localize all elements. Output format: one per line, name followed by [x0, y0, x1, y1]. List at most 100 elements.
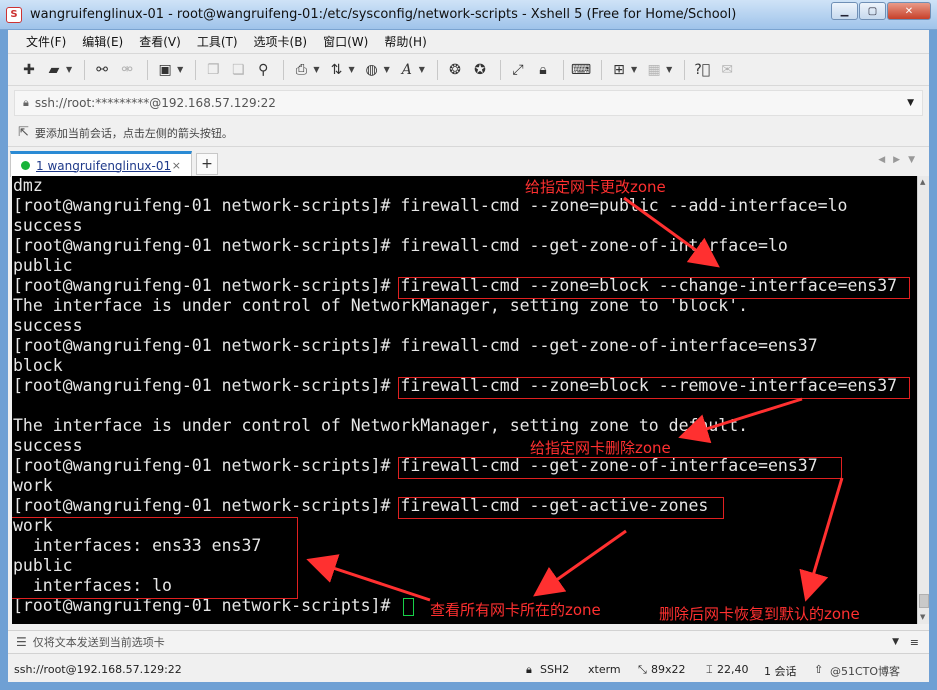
- scroll-up-icon[interactable]: ▲: [920, 178, 925, 186]
- tab-bar: 1 wangruifenglinux-01 × + ◀▶▼: [8, 147, 929, 177]
- window-controls: ▁ ▢ ✕: [830, 2, 931, 20]
- menu-help[interactable]: 帮助(H): [376, 33, 434, 50]
- window-title: wangruifenglinux-01 - root@wangruifeng-0…: [30, 7, 737, 22]
- status-sessions: 1 会话: [764, 665, 797, 678]
- session-arrow-icon[interactable]: ⇱: [18, 125, 29, 140]
- new-session-icon[interactable]: ✚: [18, 59, 40, 81]
- tab-close-icon[interactable]: ×: [172, 159, 181, 172]
- toolbar-divider: [600, 59, 602, 80]
- add-dropdown-icon[interactable]: ▼: [631, 65, 637, 74]
- layout-icon[interactable]: ▦: [643, 59, 665, 81]
- globe-icon[interactable]: ◍: [361, 59, 383, 81]
- tab-session[interactable]: 1 wangruifenglinux-01 ×: [10, 151, 192, 177]
- status-size-icon: ⤡: [638, 663, 647, 676]
- menu-bar: 文件(F) 编辑(E) 查看(V) 工具(T) 选项卡(B) 窗口(W) 帮助(…: [8, 30, 929, 54]
- add-tab-button[interactable]: +: [196, 153, 218, 175]
- status-protocol: SSH2: [540, 663, 570, 676]
- scroll-thumb[interactable]: [919, 594, 929, 608]
- compose-placeholder: 仅将文本发送到当前选项卡: [32, 636, 165, 649]
- annotation-view-all: 查看所有网卡所在的zone: [430, 601, 601, 619]
- copy-icon[interactable]: ❐: [202, 59, 224, 81]
- chat-icon[interactable]: ✉: [716, 59, 738, 81]
- globe-dropdown-icon[interactable]: ▼: [384, 65, 390, 74]
- arrow-remove-zone: [678, 397, 803, 444]
- address-input[interactable]: ssh://root:*********@192.168.57.129:22: [35, 96, 276, 110]
- annotation-arrows: [306, 196, 844, 602]
- transfer-icon[interactable]: ⇅: [325, 59, 347, 81]
- session-hint-text: 要添加当前会话，点击左侧的箭头按钮。: [34, 126, 233, 140]
- disconnect-icon[interactable]: ⚮: [116, 59, 138, 81]
- minimize-button[interactable]: ▁: [831, 2, 858, 20]
- maximize-button[interactable]: ▢: [859, 2, 886, 20]
- chevron-down-icon[interactable]: ▼: [907, 98, 914, 108]
- scroll-down-icon[interactable]: ▼: [920, 613, 925, 621]
- status-lock-icon: 🔒︎: [526, 663, 532, 676]
- toolbar-divider: [195, 59, 197, 80]
- paste-icon[interactable]: ❏: [227, 59, 249, 81]
- menu-file[interactable]: 文件(F): [18, 33, 74, 50]
- status-size: 89x22: [651, 663, 686, 676]
- xftp-icon[interactable]: ❂: [444, 59, 466, 81]
- properties-icon[interactable]: ▣: [154, 59, 176, 81]
- transfer-dropdown-icon[interactable]: ▼: [348, 65, 354, 74]
- status-bar: ssh://root@192.168.57.129:22 🔒︎ SSH2 xte…: [8, 658, 929, 682]
- menu-tools[interactable]: 工具(T): [189, 33, 246, 50]
- compose-bar[interactable]: ☰ 仅将文本发送到当前选项卡 ▼ ≡: [8, 630, 929, 654]
- find-icon[interactable]: ⚲: [252, 59, 274, 81]
- open-dropdown-icon[interactable]: ▼: [66, 65, 72, 74]
- status-cursor-icon: ⌶: [706, 663, 713, 676]
- help-icon[interactable]: ?⃝: [691, 59, 713, 81]
- annotation-restored-default: 删除后网卡恢复到默认的zone: [659, 605, 860, 623]
- lock-icon[interactable]: 🔒︎: [532, 59, 554, 81]
- client-area: 文件(F) 编辑(E) 查看(V) 工具(T) 选项卡(B) 窗口(W) 帮助(…: [8, 30, 929, 682]
- annotation-change-zone: 给指定网卡更改zone: [525, 178, 666, 196]
- menu-icon[interactable]: ≡: [910, 636, 919, 649]
- print-dropdown-icon[interactable]: ▼: [313, 65, 319, 74]
- connect-icon[interactable]: ⚯: [91, 59, 113, 81]
- watermark: @51CTO博客: [830, 665, 901, 678]
- menu-edit[interactable]: 编辑(E): [74, 33, 131, 50]
- status-address: ssh://root@192.168.57.129:22: [14, 663, 182, 676]
- connected-status-icon: [21, 161, 30, 170]
- annotation-remove-zone: 给指定网卡删除zone: [530, 439, 671, 457]
- xmanager-icon[interactable]: ✪: [469, 59, 491, 81]
- fullscreen-icon[interactable]: ⤢: [507, 59, 529, 81]
- layout-dropdown-icon[interactable]: ▼: [666, 65, 672, 74]
- print-icon[interactable]: ⎙: [290, 59, 312, 81]
- arrow-zone-list: [306, 554, 431, 602]
- title-bar: S wangruifenglinux-01 - root@wangruifeng…: [0, 0, 937, 30]
- arrow-change-zone: [623, 196, 720, 268]
- arrow-view-all: [533, 529, 627, 597]
- toolbar-divider: [84, 59, 86, 80]
- toolbar: ✚ ▰ ▼ ⚯ ⚮ ▣ ▼ ❐ ❏ ⚲ ⎙ ▼ ⇅ ▼ ◍ ▼ A ▼ ❂ ✪ ⤢ 🔒︎ ⌨…: [8, 54, 929, 86]
- properties-dropdown-icon[interactable]: ▼: [177, 65, 183, 74]
- terminal-scrollbar[interactable]: ▲ ▼: [917, 176, 929, 624]
- tab-label: 1 wangruifenglinux-01: [36, 158, 172, 173]
- toolbar-divider: [684, 59, 686, 80]
- toolbar-divider: [436, 59, 438, 80]
- chevron-down-icon[interactable]: ▼: [892, 637, 899, 647]
- status-terminal-type: xterm: [588, 663, 621, 676]
- add-icon[interactable]: ⊞: [608, 59, 630, 81]
- toolbar-divider: [283, 59, 285, 80]
- status-up-icon[interactable]: ⇧: [814, 663, 823, 676]
- send-text-icon[interactable]: ☰: [16, 635, 27, 649]
- open-folder-icon[interactable]: ▰: [43, 59, 65, 81]
- keyboard-icon[interactable]: ⌨: [570, 59, 592, 81]
- padlock-icon: 🔒︎: [23, 96, 29, 109]
- font-dropdown-icon[interactable]: ▼: [419, 65, 425, 74]
- terminal[interactable]: dmz [root@wangruifeng-01 network-scripts…: [12, 176, 917, 624]
- session-hint-bar: ⇱ 要添加当前会话，点击左侧的箭头按钮。: [8, 119, 929, 147]
- menu-tabs[interactable]: 选项卡(B): [246, 33, 316, 50]
- tab-navigation[interactable]: ◀▶▼: [878, 155, 923, 165]
- toolbar-divider: [562, 59, 564, 80]
- font-icon[interactable]: A: [396, 59, 418, 81]
- menu-view[interactable]: 查看(V): [131, 33, 189, 50]
- xshell-app-icon[interactable]: S: [6, 6, 22, 23]
- close-button[interactable]: ✕: [887, 2, 931, 20]
- status-cursor-position: 22,40: [717, 663, 749, 676]
- address-bar[interactable]: 🔒︎ ssh://root:*********@192.168.57.129:2…: [14, 90, 923, 116]
- arrow-restored-default: [799, 477, 844, 602]
- toolbar-divider: [147, 59, 149, 80]
- menu-window[interactable]: 窗口(W): [315, 33, 376, 50]
